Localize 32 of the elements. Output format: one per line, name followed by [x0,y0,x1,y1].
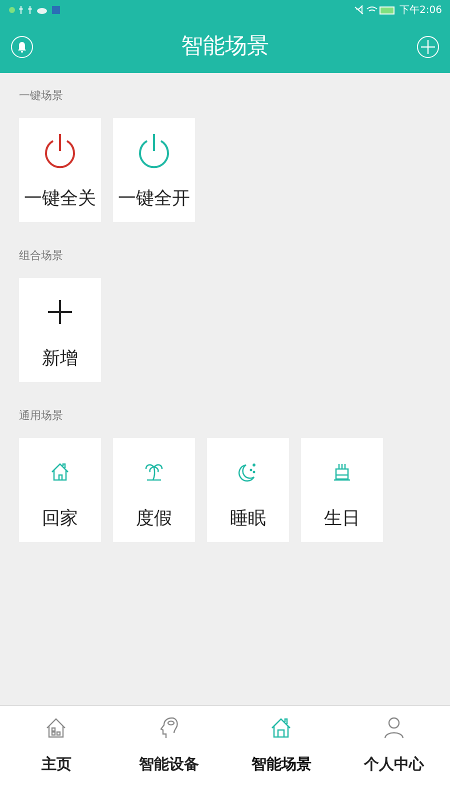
cake-icon [332,462,352,482]
power-icon [43,133,77,171]
nav-tab[interactable]: 智能设备 [112,706,225,800]
palm-tree-icon [144,462,164,482]
moon-stars-icon [238,462,258,482]
nav-tab[interactable]: 主页 [0,706,112,800]
status-time: 下午2:06 [400,4,442,18]
status-icons [354,5,396,15]
plus-icon [421,40,435,54]
scene-tile[interactable]: 新增 [19,278,101,382]
section-title: 一键场景 [19,88,64,104]
scene-tile[interactable]: 度假 [113,438,195,542]
notification-button[interactable] [11,36,33,58]
house-icon [270,717,292,739]
house-icon [50,462,70,482]
section-title: 通用场景 [19,408,64,424]
scene-tile[interactable]: 一键全开 [113,118,195,222]
scene-tile[interactable]: 生日 [301,438,383,542]
head-icon [158,717,180,739]
page-title: 智能场景 [181,33,269,61]
plus-icon [48,300,72,324]
nav-tab[interactable]: 智能场景 [225,706,338,800]
bell-icon [16,40,28,52]
person-icon [382,717,405,739]
add-button[interactable] [417,36,439,58]
nav-tab[interactable]: 个人中心 [338,706,450,800]
house-icon [45,717,68,739]
scene-tile[interactable]: 一键全关 [19,118,101,222]
scene-tile[interactable]: 回家 [19,438,101,542]
scene-tile[interactable]: 睡眠 [207,438,289,542]
power-icon [137,133,171,171]
section-title: 组合场景 [19,248,64,264]
